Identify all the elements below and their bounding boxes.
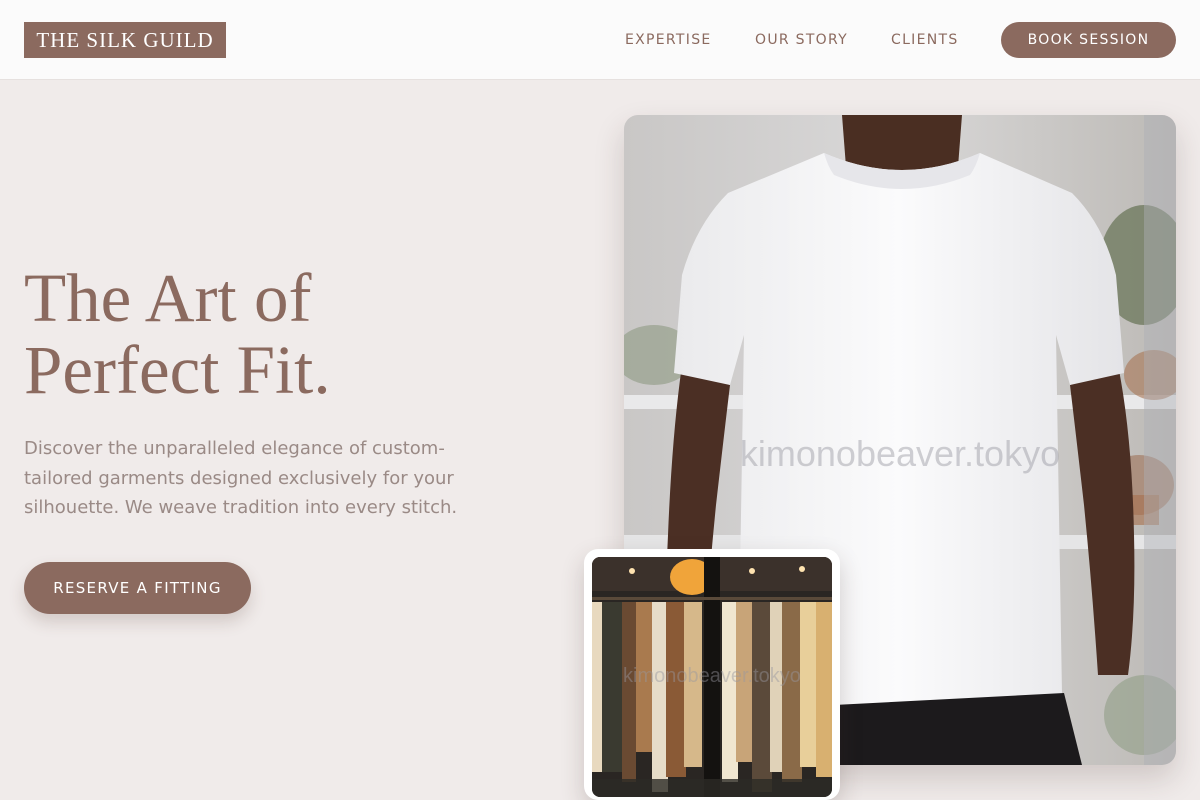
nav-link-expertise[interactable]: EXPERTISE — [625, 31, 712, 49]
logo[interactable]: THE SILK GUILD — [24, 22, 226, 58]
hero-headline-line-1: The Art of — [24, 260, 312, 336]
rack-watermark: kimonobeaver.tokyo — [623, 665, 801, 687]
hero-watermark: kimonobeaver.tokyo — [739, 433, 1061, 474]
reserve-fitting-button[interactable]: RESERVE A FITTING — [24, 562, 251, 614]
top-nav: THE SILK GUILD EXPERTISE OUR STORY CLIEN… — [0, 0, 1200, 80]
hero-subtext: Discover the unparalleled elegance of cu… — [24, 438, 458, 518]
book-session-button[interactable]: BOOK SESSION — [1001, 22, 1176, 58]
nav-link-clients[interactable]: CLIENTS — [891, 31, 959, 49]
nav-link-our-story[interactable]: OUR STORY — [755, 31, 848, 49]
rack-image: kimonobeaver.tokyo — [592, 557, 832, 797]
hero-headline-line-2: Perfect Fit. — [24, 332, 331, 408]
hero-headline: The Art of Perfect Fit. — [24, 262, 524, 406]
rack-image-card: kimonobeaver.tokyo — [584, 549, 840, 800]
